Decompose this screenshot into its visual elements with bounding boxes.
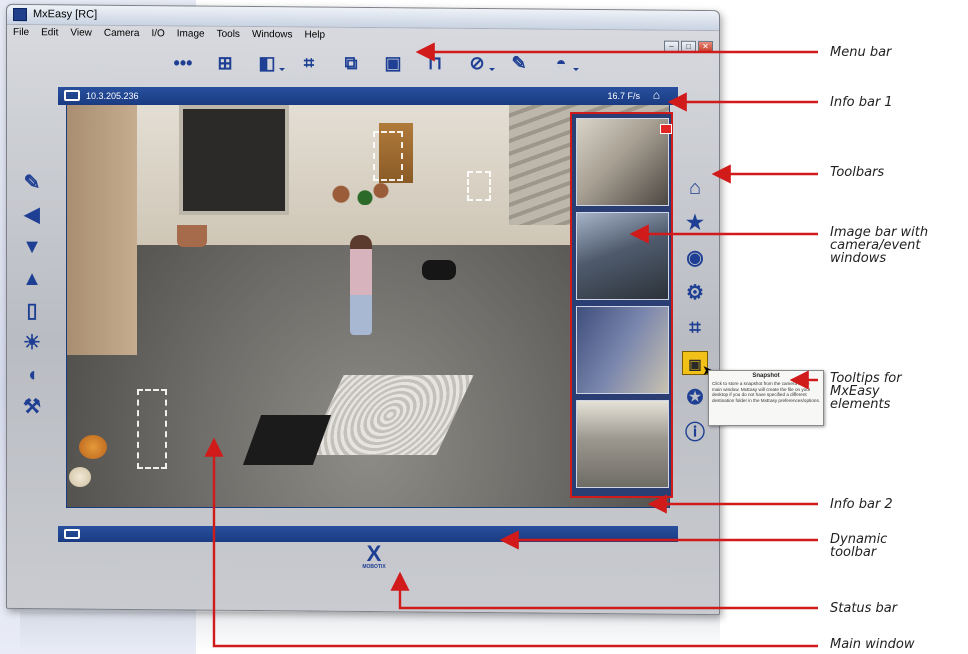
callout-info-bar-2: Info bar 2 [830, 497, 893, 512]
menu-help[interactable]: Help [305, 29, 326, 40]
layout-grid-icon[interactable]: ⊞ [212, 52, 238, 74]
event-target-icon[interactable]: ◉ [682, 246, 708, 270]
image-bar [570, 112, 673, 498]
more-dots-icon[interactable]: ••• [170, 52, 196, 74]
callout-dynamic-toolbar: Dynamic toolbar [830, 532, 888, 560]
fullscreen-frame-icon[interactable]: ⌗ [296, 52, 322, 74]
menu-windows[interactable]: Windows [252, 29, 293, 40]
frame-rate: 16.7 F/s [607, 91, 640, 101]
record-icon[interactable] [64, 529, 80, 539]
tooltip-title: Snapshot [752, 373, 780, 379]
callout-status-bar: Status bar [830, 601, 898, 616]
menu-io[interactable]: I/O [151, 28, 164, 39]
event-indicator [660, 124, 672, 134]
camera-thumbnail[interactable] [576, 118, 669, 206]
menu-camera[interactable]: Camera [104, 28, 140, 39]
callout-main-window: Main window [830, 637, 915, 652]
menu-file[interactable]: File [13, 27, 29, 38]
callout-toolbars: Toolbars [830, 165, 885, 180]
favorites-icon[interactable]: ★ [682, 211, 708, 235]
volume-down-icon[interactable]: ▼ [20, 236, 44, 258]
speaker-icon[interactable]: ◀ [20, 204, 44, 226]
announce-icon[interactable]: ◖ [20, 364, 44, 386]
menu-tools[interactable]: Tools [217, 29, 240, 40]
volume-up-icon[interactable]: ▲ [20, 268, 44, 290]
mobotix-logo[interactable]: X [356, 543, 392, 565]
door-mat [242, 415, 332, 465]
tooltip-body: Click to store a snapshot from the camer… [712, 381, 821, 403]
crop-icon[interactable]: ⌗ [682, 316, 708, 340]
window-controls: – □ ✕ [664, 40, 713, 54]
menu-image[interactable]: Image [177, 28, 205, 39]
info-bar-1: 10.3.205.236 16.7 F/s ⌂ [58, 87, 678, 105]
alarm-off-icon[interactable]: ⊘ [464, 52, 495, 74]
person [350, 235, 372, 335]
camera-ip: 10.3.205.236 [86, 91, 139, 101]
wrench-icon[interactable]: ⚒ [20, 396, 44, 418]
home-icon[interactable]: ⌂ [682, 176, 708, 200]
split-view-icon[interactable]: ◧ [254, 52, 285, 74]
callout-info-bar-1: Info bar 1 [830, 95, 893, 110]
microphone-icon[interactable]: ✎ [20, 172, 44, 194]
callout-menu-bar: Menu bar [830, 45, 892, 60]
camera-thumbnail[interactable] [576, 212, 669, 300]
menu-edit[interactable]: Edit [41, 27, 58, 38]
window-title: MxEasy [RC] [33, 8, 98, 21]
siren-icon[interactable]: ◓ [548, 52, 579, 74]
camera-thumbnail[interactable] [576, 400, 669, 488]
right-toolbar: ⌂ ★ ◉ ⚙ ⌗ ▣ ✪ ⓘ [682, 176, 708, 445]
annotated-screenshot: MxEasy [RC] – □ ✕ File Edit View Camera … [0, 0, 968, 654]
window-reflection [20, 612, 720, 652]
top-toolbar: ••• ⊞ ◧ ⌗ ⧉ ▣ ⊓ ⊘ ✎ ◓ [170, 52, 579, 74]
glass-door [179, 105, 289, 215]
unlock-icon[interactable]: ⊓ [422, 52, 448, 74]
stone-wall [67, 105, 137, 355]
door-icon[interactable]: ▯ [20, 300, 44, 322]
tools-icon[interactable]: ✎ [506, 52, 532, 74]
settings-gear-icon[interactable]: ⚙ [682, 281, 708, 305]
resize-frame-icon[interactable]: ⧉ [338, 52, 364, 74]
motion-window [137, 389, 167, 469]
motion-window [373, 131, 403, 181]
motion-window [467, 171, 491, 201]
mobotix-wordmark: MOBOTIX [362, 564, 386, 570]
left-toolbar: ✎ ◀ ▼ ▲ ▯ ☀ ◖ ⚒ [20, 172, 44, 418]
close-button[interactable]: ✕ [698, 40, 713, 54]
record-tape-icon[interactable]: ▣ [380, 52, 406, 74]
maximize-button[interactable]: □ [681, 40, 696, 53]
camera-thumbnail[interactable] [576, 306, 669, 394]
pumpkin [79, 435, 107, 459]
callout-image-bar: Image bar with camera/event windows [830, 225, 929, 266]
menu-bar: File Edit View Camera I/O Image Tools Wi… [13, 27, 325, 41]
planter [177, 225, 207, 247]
light-icon[interactable]: ☀ [20, 332, 44, 354]
minimize-button[interactable]: – [664, 40, 679, 53]
callout-tooltips: Tooltips for MxEasy elements [830, 371, 902, 412]
home-icon[interactable]: ⌂ [653, 88, 660, 102]
squash [69, 467, 91, 487]
dog [422, 260, 456, 280]
info-bar-2 [58, 526, 678, 542]
info-icon[interactable]: ⓘ [682, 421, 708, 445]
lifebuoy-icon[interactable]: ✪ [682, 386, 708, 410]
menu-view[interactable]: View [70, 27, 92, 38]
snapshot-tooltip: Snapshot Click to store a snapshot from … [708, 370, 824, 426]
app-icon [13, 7, 27, 22]
camera-icon[interactable] [64, 90, 80, 101]
white-cobblestone-patch [306, 375, 474, 455]
dynamic-toolbar: X MOBOTIX [356, 543, 392, 572]
